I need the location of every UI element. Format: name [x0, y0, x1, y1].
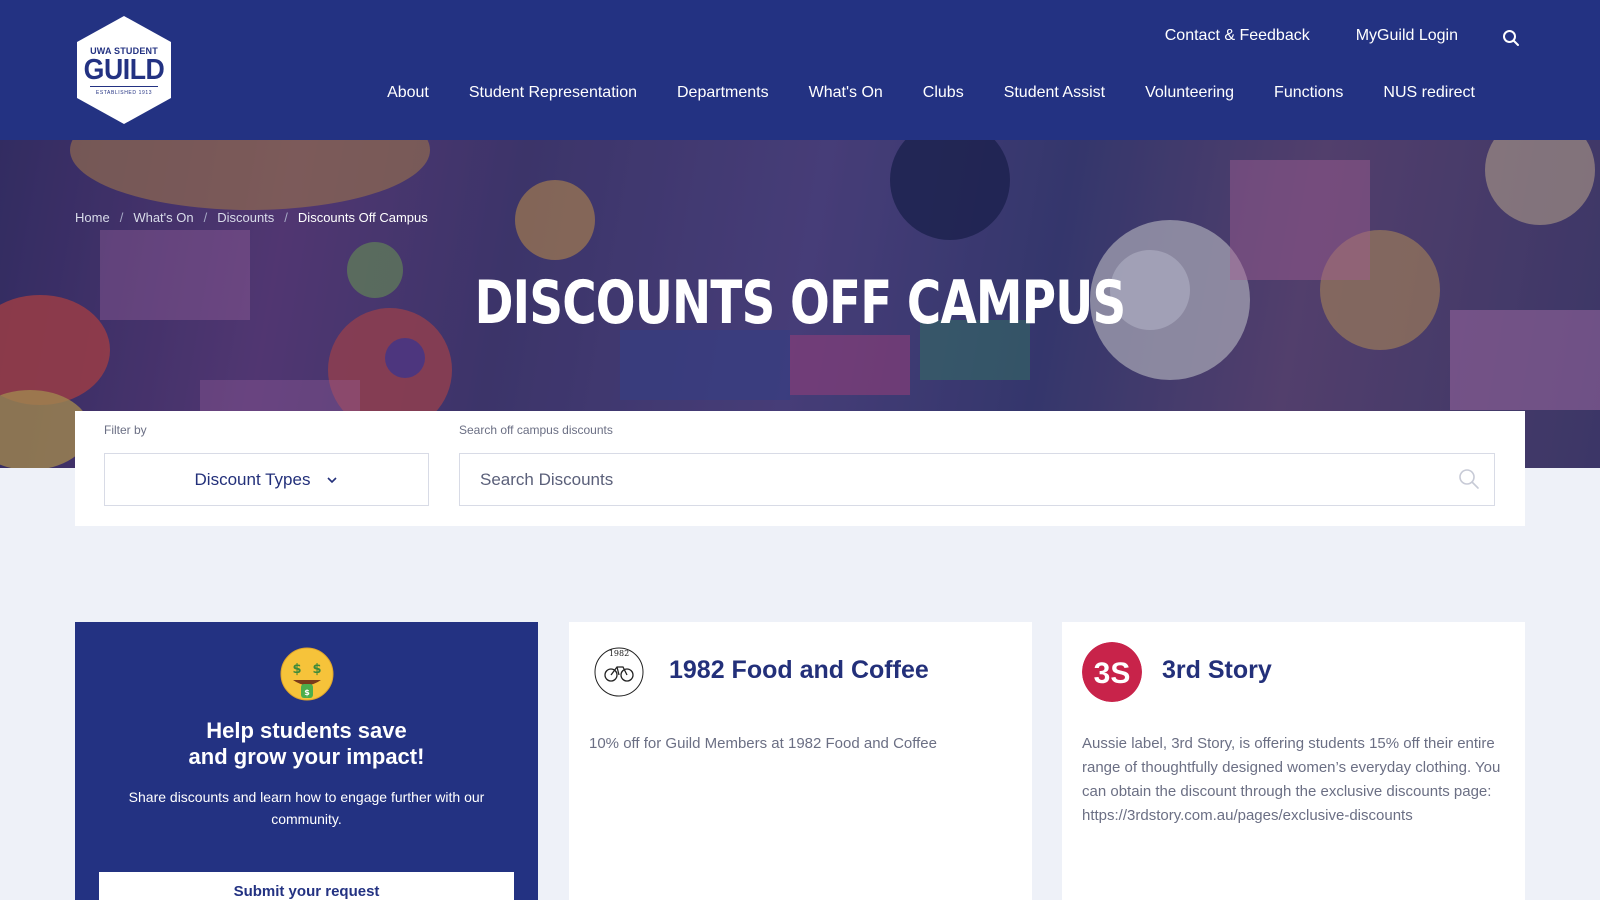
dropdown-value: Discount Types: [194, 469, 311, 489]
3rd-story-logo: 3S: [1082, 642, 1142, 702]
card-title[interactable]: 1982 Food and Coffee: [669, 656, 929, 685]
breadcrumb-separator: /: [119, 210, 124, 225]
discount-types-dropdown[interactable]: Discount Types: [104, 453, 429, 506]
submit-request-button[interactable]: Submit your request: [99, 872, 514, 900]
breadcrumb-whats-on[interactable]: What's On: [133, 210, 193, 225]
guild-logo[interactable]: UWA STUDENT GUILD ESTABLISHED 1913: [74, 14, 174, 126]
logo-line3: ESTABLISHED 1913: [95, 90, 153, 96]
card-description: 10% off for Guild Members at 1982 Food a…: [589, 735, 937, 752]
discount-card-1982[interactable]: 1982 1982 Food and Coffee 10% off for Gu…: [569, 622, 1032, 900]
logo-1982-text: 1982: [609, 649, 629, 658]
nav-about[interactable]: About: [387, 84, 429, 102]
site-header: UWA STUDENT GUILD ESTABLISHED 1913 Conta…: [0, 0, 1600, 140]
filter-by-label: Filter by: [104, 423, 147, 437]
promo-title-line2: and grow your impact!: [188, 744, 425, 769]
logo-rule: [90, 86, 158, 87]
promo-title-line1: Help students save: [206, 718, 407, 743]
myguild-login-link[interactable]: MyGuild Login: [1356, 27, 1458, 45]
search-icon[interactable]: [1502, 29, 1520, 47]
filter-panel: Filter by Discount Types Search off camp…: [75, 411, 1525, 526]
promo-title: Help students save and grow your impact!: [75, 718, 538, 770]
breadcrumb-current: Discounts Off Campus: [297, 210, 428, 225]
nav-volunteering[interactable]: Volunteering: [1145, 84, 1234, 102]
svg-text:$: $: [304, 688, 310, 697]
page-title: DISCOUNTS OFF CAMPUS: [474, 268, 1127, 338]
nav-student-assist[interactable]: Student Assist: [1004, 84, 1105, 102]
svg-text:$: $: [292, 662, 301, 677]
search-icon[interactable]: [1458, 468, 1480, 490]
search-label: Search off campus discounts: [459, 423, 613, 437]
promo-text: Share discounts and learn how to engage …: [128, 789, 485, 827]
nav-student-representation[interactable]: Student Representation: [469, 84, 637, 102]
card-title[interactable]: 3rd Story: [1162, 656, 1272, 685]
logo-3s-text: 3S: [1094, 657, 1131, 690]
breadcrumb-home[interactable]: Home: [75, 210, 110, 225]
breadcrumb-separator: /: [203, 210, 208, 225]
nav-nus-redirect[interactable]: NUS redirect: [1383, 84, 1475, 102]
nav-functions[interactable]: Functions: [1274, 84, 1343, 102]
money-mouth-face-icon: $ $ $: [280, 647, 334, 701]
chevron-down-icon: [327, 476, 338, 483]
utility-nav: Contact & Feedback MyGuild Login: [1119, 26, 1520, 46]
nav-clubs[interactable]: Clubs: [923, 84, 964, 102]
nav-whats-on[interactable]: What's On: [809, 84, 883, 102]
discount-card-3rd-story[interactable]: 3S 3rd Story Aussie label, 3rd Story, is…: [1062, 622, 1525, 900]
breadcrumb-discounts[interactable]: Discounts: [217, 210, 274, 225]
submit-discount-promo: $ $ $ Help students save and grow your i…: [75, 622, 538, 900]
svg-text:$: $: [312, 662, 321, 677]
contact-feedback-link[interactable]: Contact & Feedback: [1165, 27, 1310, 45]
card-description: Aussie label, 3rd Story, is offering stu…: [1082, 735, 1501, 824]
breadcrumb: Home / What's On / Discounts / Discounts…: [75, 210, 438, 225]
nav-departments[interactable]: Departments: [677, 84, 769, 102]
search-discounts-input[interactable]: [460, 454, 1494, 505]
breadcrumb-separator: /: [284, 210, 288, 225]
logo-line2: GUILD: [83, 54, 165, 86]
1982-food-coffee-logo: 1982: [594, 647, 644, 697]
main-nav: About Student Representation Departments…: [347, 84, 1475, 102]
search-box: [459, 453, 1495, 506]
